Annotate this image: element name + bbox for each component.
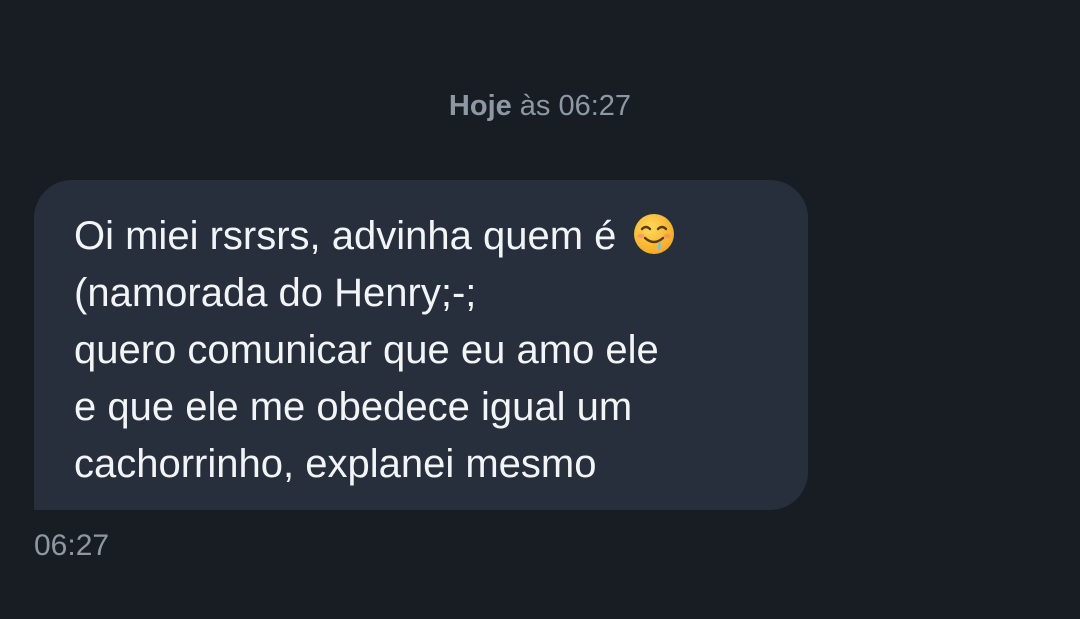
message-text: Oi miei rsrsrs, advinha quem é (namorada… <box>74 208 772 493</box>
date-separator: Hoje às 06:27 <box>0 88 1080 124</box>
drooling-face-icon <box>632 212 676 256</box>
date-separator-time: às 06:27 <box>511 90 632 122</box>
chat-area: Hoje às 06:27 Oi miei rsrsrs, advinha qu… <box>0 0 1080 619</box>
message-bubble[interactable]: Oi miei rsrsrs, advinha quem é (namorada… <box>34 180 808 510</box>
message-line: quero comunicar que eu amo ele <box>74 328 659 372</box>
message-timestamp: 06:27 <box>34 529 110 562</box>
message-line: (namorada do Henry;-; <box>74 271 477 315</box>
date-separator-day: Hoje <box>448 90 512 122</box>
message-line: Oi miei rsrsrs, advinha quem é <box>74 208 772 265</box>
message-line: cachorrinho, explanei mesmo <box>74 442 597 486</box>
message-line: e que ele me obedece igual um <box>74 385 633 429</box>
message-line-text: Oi miei rsrsrs, advinha quem é <box>74 214 617 258</box>
